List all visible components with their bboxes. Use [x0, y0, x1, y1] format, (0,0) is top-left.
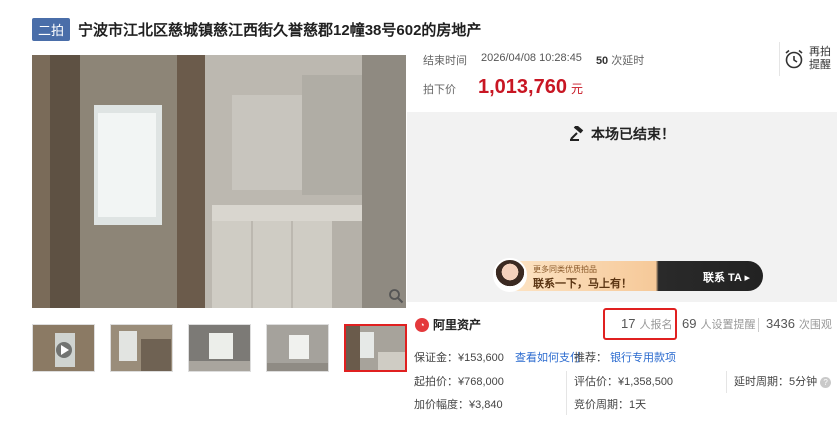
signup-count: 17: [621, 316, 636, 331]
final-price-row: 拍下价 1,013,760 元: [423, 76, 583, 99]
auction-summary: 结束时间 2026/04/08 10:28:45 50 次延时 再拍提醒 拍下价…: [407, 42, 837, 112]
banner-subtitle: 更多同类优质拍品: [533, 265, 597, 274]
item-header: 二拍 宁波市江北区慈城镇慈江西街久誉慈郡12幢38号602的房地产: [32, 12, 832, 46]
thumbnail-image: [111, 325, 172, 371]
end-time-value: 2026/04/08 10:28:45: [481, 52, 582, 64]
alarm-clock-icon: [785, 49, 803, 69]
item-title: 宁波市江北区慈城镇慈江西街久誉慈郡12幢38号602的房地产: [78, 21, 482, 39]
recommend-label: 推荐：: [574, 352, 607, 364]
thumbnail-image: [33, 325, 94, 371]
delay-count-label: 次延时: [611, 55, 645, 67]
recommend-row: 推荐： 银行专用款项: [574, 349, 676, 365]
remind-button[interactable]: 再拍提醒: [783, 42, 839, 76]
ali-logo-icon: ◔: [415, 317, 429, 332]
delay-count: 50: [595, 55, 609, 67]
kitchen-photo-illustration: [32, 55, 406, 308]
help-icon[interactable]: ?: [820, 377, 832, 388]
signup-label: 人报名: [639, 319, 673, 331]
auction-ended-text: 本场已结束！: [591, 126, 675, 142]
brand-name: 阿里资产: [433, 318, 482, 332]
price-unit: 元: [570, 82, 583, 96]
final-price-value: 1,013,760: [478, 76, 567, 98]
status-panel: 本场已结束！: [407, 112, 837, 252]
final-price-label: 拍下价: [423, 84, 456, 96]
how-to-pay-link[interactable]: 查看如何支付: [515, 352, 581, 364]
thumbnail-1[interactable]: [32, 324, 95, 372]
appraisal-price: 评估价：¥1,358,500: [574, 376, 674, 388]
delay-period-row: 延时周期：5分钟?: [734, 373, 832, 389]
stat-separator: [758, 318, 759, 332]
end-time-row: 结束时间 2026/04/08 10:28:45 50 次延时: [423, 52, 644, 68]
gavel-icon: [570, 126, 584, 141]
remind-label: 再拍提醒: [809, 46, 831, 71]
views-count: 3436: [766, 316, 795, 331]
deposit-text: 保证金：¥153,600: [414, 352, 504, 364]
column-divider: [566, 371, 567, 415]
zoom-icon[interactable]: [388, 288, 404, 304]
auction-ended-message: 本场已结束！: [407, 124, 837, 144]
thumbnail-image: [189, 325, 250, 371]
ali-assets-logo: ◔ 阿里资产: [415, 316, 481, 333]
reminder-stat: 69 人设置提醒: [682, 316, 755, 332]
thumbnail-image: [346, 326, 405, 370]
reminder-label: 人设置提醒: [700, 319, 756, 331]
thumbnail-5-selected[interactable]: [344, 324, 407, 372]
contact-ta-button[interactable]: 联系 TA ▸: [703, 269, 750, 285]
delay-count-wrap: 50 次延时: [596, 52, 644, 68]
views-stat: 3436 次围观: [766, 316, 832, 332]
start-price: 起拍价：¥768,000: [414, 376, 504, 388]
agent-avatar: [493, 258, 527, 292]
bidding-period: 竞价周期：1天: [574, 399, 647, 411]
column-divider: [726, 371, 727, 393]
reminder-count: 69: [682, 316, 697, 331]
delay-period: 延时周期：5分钟: [734, 376, 818, 388]
banner-panel: 更多同类优质拍品 联系一下，马上有！ 联系 TA ▸: [407, 252, 837, 302]
deposit-row: 保证金：¥153,600 查看如何支付: [414, 349, 581, 365]
thumbnail-4[interactable]: [266, 324, 329, 372]
bid-increment: 加价幅度：¥3,840: [414, 399, 503, 411]
views-label: 次围观: [798, 319, 832, 331]
thumbnail-image: [267, 325, 328, 371]
auction-round-badge: 二拍: [32, 17, 71, 41]
divider: [779, 42, 780, 76]
thumbnail-3[interactable]: [188, 324, 251, 372]
signup-stat: 17 人报名: [621, 316, 672, 332]
contact-banner[interactable]: 更多同类优质拍品 联系一下，马上有！ 联系 TA ▸: [493, 258, 763, 292]
main-photo[interactable]: [32, 55, 406, 308]
end-time-label: 结束时间: [423, 55, 467, 67]
banner-headline: 联系一下，马上有！: [533, 278, 632, 290]
bank-account-link[interactable]: 银行专用款项: [610, 352, 676, 364]
thumbnail-strip: [32, 324, 410, 374]
stats-bar: ◔ 阿里资产 17 人报名 69 人设置提醒 3436 次围观: [407, 306, 837, 342]
thumbnail-2[interactable]: [110, 324, 173, 372]
